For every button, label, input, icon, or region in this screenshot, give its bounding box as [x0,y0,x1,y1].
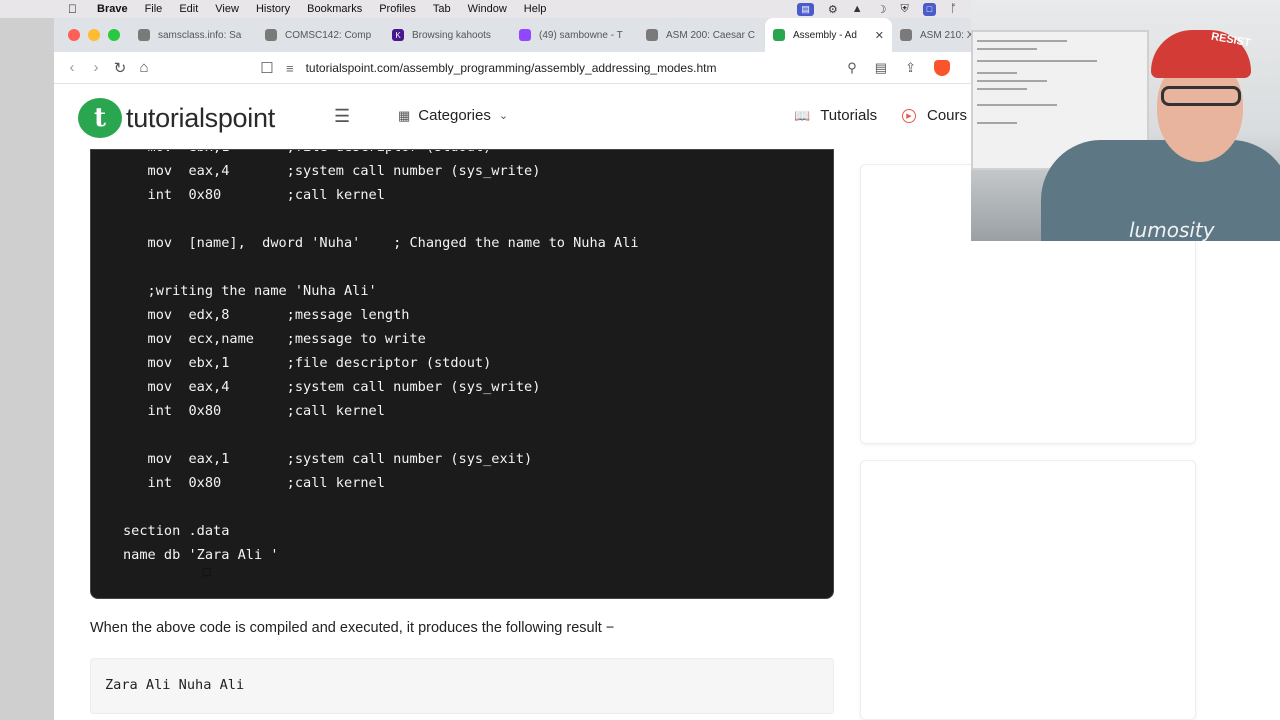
extensions-icon[interactable]: ⚙ [828,3,838,16]
tab-title: COMSC142: Comp [285,29,372,41]
menu-help[interactable]: Help [524,3,547,15]
twitch-icon [519,29,531,41]
kahoot-icon: K [392,29,404,41]
code-block: mov ebx,1 ;file descriptor (stdout) mov … [90,149,834,599]
home-icon[interactable]: ⌂ [132,59,156,76]
tab-title: samsclass.info: Sa [158,29,242,41]
tab-comsc142[interactable]: COMSC142: Comp [257,18,384,52]
share-icon[interactable]: ⇪ [905,60,916,76]
shield-icon[interactable]: ⛨ [900,3,908,16]
minimize-window-button[interactable] [88,29,100,41]
tab-asm200[interactable]: ASM 200: Caesar C [638,18,765,52]
toolbar-actions: ⚲ ▤ ⇪ [847,52,950,84]
output-text: Zara Ali Nuha Ali [105,677,245,693]
moon-icon[interactable]: ☽ [877,3,887,16]
text-cursor-icon: ⌑ [202,563,212,584]
globe-icon [646,29,658,41]
categories-label: Categories [418,107,491,124]
output-block: Zara Ali Nuha Ali [90,658,834,714]
reader-mode-icon[interactable]: ▤ [875,60,887,76]
forward-arrow-icon[interactable]: › [84,59,108,76]
url-text: tutorialspoint.com/assembly_programming/… [305,61,717,75]
menu-window[interactable]: Window [468,3,507,15]
menu-bookmarks[interactable]: Bookmarks [307,3,362,15]
result-intro-text: When the above code is compiled and exec… [90,620,615,636]
zoom-window-button[interactable] [108,29,120,41]
window-icon[interactable]: □ [922,2,937,16]
courses-label: Cours [927,107,968,124]
menu-app-brave[interactable]: Brave [97,3,128,15]
status-icons: ▤ ⚙ ▲ ☽ ⛨ □ ᚩ ≋ [797,0,980,18]
sidebar-ad-box [860,460,1196,720]
tab-twitch[interactable]: (49) sambowne - T [511,18,638,52]
chevron-down-icon: ⌄ [498,110,509,122]
tab-kahoot[interactable]: K Browsing kahoots [384,18,511,52]
close-window-button[interactable] [68,29,80,41]
menu-view[interactable]: View [215,3,239,15]
courses-link[interactable]: ▶ Cours [902,107,967,124]
assembly-code: mov ebx,1 ;file descriptor (stdout) mov … [123,150,639,563]
tab-title: ASM 210: X [920,29,974,41]
bookmark-icon[interactable]: ☐ [255,59,279,77]
globe-icon [138,29,150,41]
play-icon: ▶ [902,108,916,123]
tab-title: Assembly - Ad [793,29,857,41]
apple-icon[interactable]:  [68,2,82,16]
tutorialspoint-icon [773,29,785,41]
lock-status-icon[interactable]: ▲ [852,3,863,15]
shirt-text: lumosity [1129,218,1215,241]
webcam-overlay: RESIST lumosity [971,0,1280,241]
globe-icon [900,29,912,41]
tab-title: Browsing kahoots [412,29,491,41]
tutorials-link[interactable]: 📖 Tutorials [794,107,877,124]
reload-icon[interactable]: ↻ [108,59,132,77]
close-tab-icon[interactable]: ✕ [875,29,884,42]
menu-history[interactable]: History [256,3,290,15]
brave-shield-icon[interactable] [934,60,950,76]
menu-edit[interactable]: Edit [179,3,198,15]
site-settings-icon[interactable]: ≡ [286,61,294,76]
menu-file[interactable]: File [145,3,163,15]
desktop-left-edge [0,18,54,720]
tab-assembly-active[interactable]: Assembly - Ad ✕ [765,18,892,52]
back-arrow-icon[interactable]: ‹ [60,59,84,76]
zoom-icon[interactable]: ⚲ [847,60,857,76]
screen-share-icon[interactable]: ▤ [797,2,814,16]
webcam-glasses [1161,86,1241,106]
hamburger-menu-icon[interactable]: ☰ [334,106,350,127]
menu-tab[interactable]: Tab [433,3,451,15]
grid-icon: ▦ [398,107,411,123]
logo-badge-icon: t [78,98,122,138]
tutorialspoint-logo[interactable]: t tutorialspoint [78,98,275,138]
tutorials-label: Tutorials [820,107,878,124]
logo-text: tutorialspoint [126,102,275,133]
globe-icon [265,29,277,41]
menu-profiles[interactable]: Profiles [379,3,416,15]
window-controls [68,29,120,41]
book-icon: 📖 [794,107,811,123]
categories-dropdown[interactable]: ▦ Categories ⌄ [398,107,508,124]
tab-samsclass[interactable]: samsclass.info: Sa [130,18,257,52]
tab-title: ASM 200: Caesar C [666,29,755,41]
bluetooth-icon[interactable]: ᚩ [950,3,957,15]
tab-title: (49) sambowne - T [539,29,623,41]
